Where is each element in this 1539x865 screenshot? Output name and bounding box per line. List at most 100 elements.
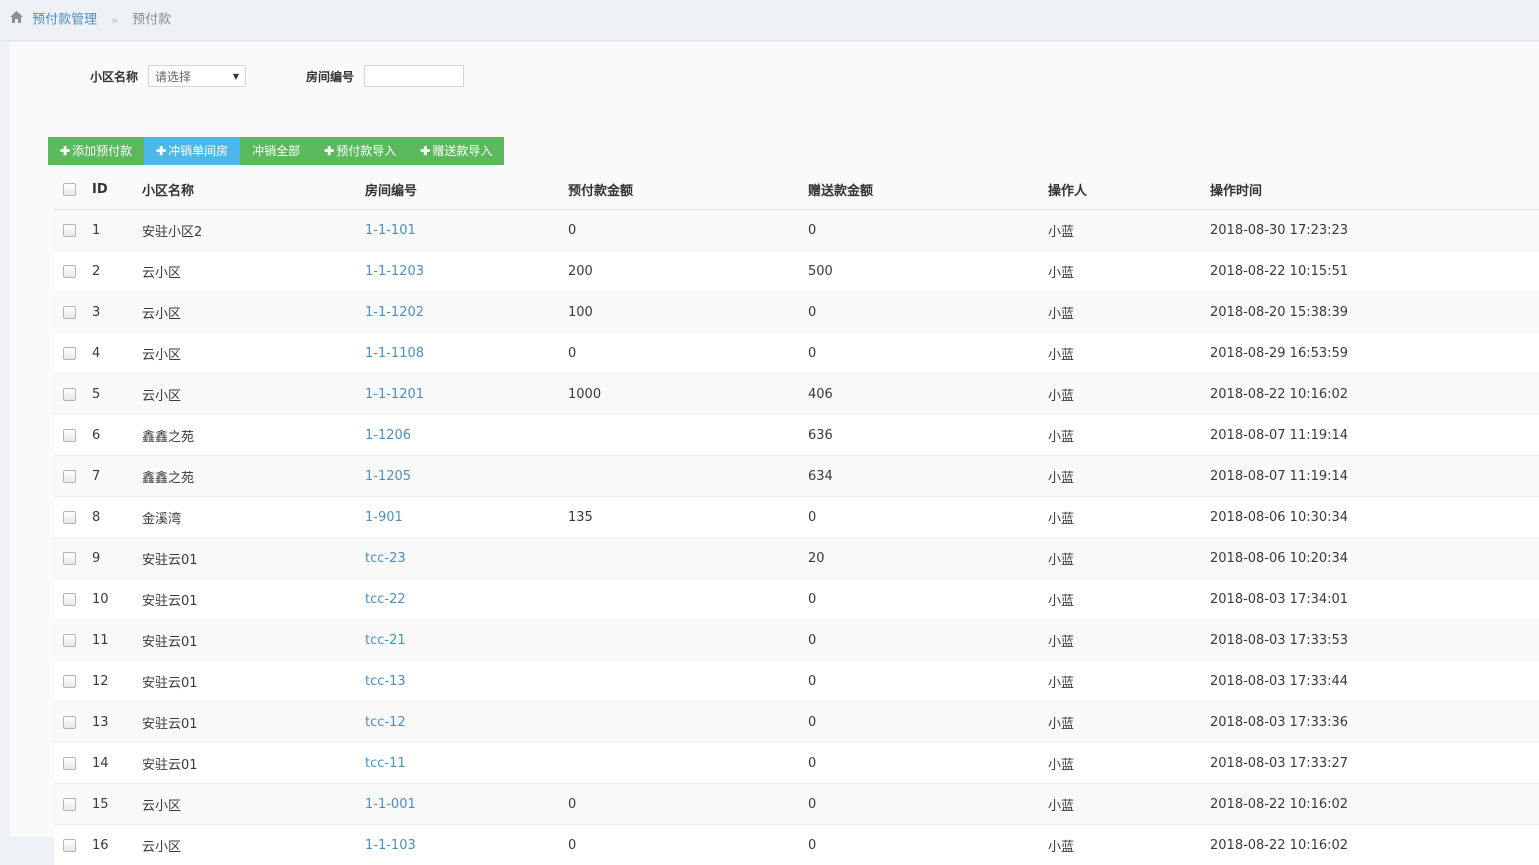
column-header-community[interactable]: 小区名称 <box>142 169 365 210</box>
prepay-cell <box>568 538 808 579</box>
room-link[interactable]: 1-1205 <box>365 469 411 484</box>
room-link[interactable]: tcc-12 <box>365 715 406 730</box>
column-header-id[interactable]: ID <box>92 169 142 210</box>
table-row[interactable]: 15云小区1-1-00100小蓝2018-08-22 10:16:02 <box>54 784 1539 825</box>
room-link[interactable]: 1-1-1201 <box>365 387 424 402</box>
table-row[interactable]: 14安驻云01tcc-110小蓝2018-08-03 17:33:27 <box>54 743 1539 784</box>
community-cell: 安驻云01 <box>142 620 365 661</box>
table-row[interactable]: 7鑫鑫之苑1-1205634小蓝2018-08-07 11:19:14 <box>54 456 1539 497</box>
breadcrumb-root-link[interactable]: 预付款管理 <box>32 13 97 28</box>
import-gift-button[interactable]: ✚赠送款导入 <box>408 137 504 165</box>
row-checkbox[interactable] <box>63 757 76 770</box>
table-row[interactable]: 16云小区1-1-10300小蓝2018-08-22 10:16:02 <box>54 825 1539 865</box>
table-row[interactable]: 4云小区1-1-110800小蓝2018-08-29 16:53:59 <box>54 333 1539 374</box>
room-cell: tcc-13 <box>365 661 568 702</box>
time-cell: 2018-08-06 10:30:34 <box>1210 497 1539 538</box>
room-cell: 1-1-103 <box>365 825 568 865</box>
id-cell: 8 <box>92 497 142 538</box>
row-checkbox[interactable] <box>63 347 76 360</box>
column-header-gift[interactable]: 赠送款金额 <box>808 169 1048 210</box>
row-checkbox[interactable] <box>63 470 76 483</box>
row-checkbox[interactable] <box>63 511 76 524</box>
room-link[interactable]: 1-1-1202 <box>365 305 424 320</box>
row-checkbox-cell <box>54 415 92 456</box>
row-checkbox[interactable] <box>63 306 76 319</box>
breadcrumb-separator: » <box>111 14 118 27</box>
cancel-single-room-label: 冲销单间房 <box>168 144 228 158</box>
room-number-input[interactable] <box>364 65 464 87</box>
community-cell: 安驻云01 <box>142 579 365 620</box>
operator-cell: 小蓝 <box>1048 456 1210 497</box>
prepay-cell <box>568 415 808 456</box>
room-cell: 1-1-1202 <box>365 292 568 333</box>
community-cell: 云小区 <box>142 333 365 374</box>
table-row[interactable]: 2云小区1-1-1203200500小蓝2018-08-22 10:15:51 <box>54 251 1539 292</box>
room-link[interactable]: tcc-21 <box>365 633 406 648</box>
add-prepay-label: 添加预付款 <box>72 144 132 158</box>
home-icon[interactable] <box>10 0 23 40</box>
row-checkbox[interactable] <box>63 839 76 852</box>
gift-cell: 0 <box>808 292 1048 333</box>
community-cell: 安驻小区2 <box>142 210 365 251</box>
select-all-checkbox[interactable] <box>63 183 76 196</box>
room-link[interactable]: tcc-11 <box>365 756 406 771</box>
table-row[interactable]: 1安驻小区21-1-10100小蓝2018-08-30 17:23:23 <box>54 210 1539 251</box>
column-header-operator[interactable]: 操作人 <box>1048 169 1210 210</box>
table-row[interactable]: 11安驻云01tcc-210小蓝2018-08-03 17:33:53 <box>54 620 1539 661</box>
table-row[interactable]: 6鑫鑫之苑1-1206636小蓝2018-08-07 11:19:14 <box>54 415 1539 456</box>
row-checkbox[interactable] <box>63 552 76 565</box>
time-cell: 2018-08-22 10:16:02 <box>1210 374 1539 415</box>
column-header-time[interactable]: 操作时间 <box>1210 169 1539 210</box>
table-row[interactable]: 5云小区1-1-12011000406小蓝2018-08-22 10:16:02 <box>54 374 1539 415</box>
row-checkbox[interactable] <box>63 593 76 606</box>
prepay-cell <box>568 456 808 497</box>
table-row[interactable]: 3云小区1-1-12021000小蓝2018-08-20 15:38:39 <box>54 292 1539 333</box>
room-link[interactable]: tcc-22 <box>365 592 406 607</box>
row-checkbox[interactable] <box>63 634 76 647</box>
community-select[interactable]: 请选择 ▼ <box>148 65 246 87</box>
room-link[interactable]: tcc-13 <box>365 674 406 689</box>
prepay-cell <box>568 743 808 784</box>
column-header-room[interactable]: 房间编号 <box>365 169 568 210</box>
room-link[interactable]: 1-1206 <box>365 428 411 443</box>
row-checkbox[interactable] <box>63 798 76 811</box>
row-checkbox[interactable] <box>63 675 76 688</box>
room-cell: tcc-22 <box>365 579 568 620</box>
table-row[interactable]: 13安驻云01tcc-120小蓝2018-08-03 17:33:36 <box>54 702 1539 743</box>
table-row[interactable]: 12安驻云01tcc-130小蓝2018-08-03 17:33:44 <box>54 661 1539 702</box>
id-cell: 1 <box>92 210 142 251</box>
cancel-all-button[interactable]: 冲销全部 <box>240 137 312 165</box>
room-link[interactable]: 1-1-101 <box>365 223 416 238</box>
operator-cell: 小蓝 <box>1048 210 1210 251</box>
add-prepay-button[interactable]: ✚添加预付款 <box>48 137 144 165</box>
row-checkbox-cell <box>54 456 92 497</box>
cancel-single-room-button[interactable]: ✚冲销单间房 <box>144 137 240 165</box>
prepay-cell: 135 <box>568 497 808 538</box>
time-cell: 2018-08-07 11:19:14 <box>1210 415 1539 456</box>
row-checkbox[interactable] <box>63 716 76 729</box>
table-row[interactable]: 8金溪湾1-9011350小蓝2018-08-06 10:30:34 <box>54 497 1539 538</box>
room-link[interactable]: 1-1-103 <box>365 838 416 853</box>
room-link[interactable]: 1-1-001 <box>365 797 416 812</box>
room-link[interactable]: 1-1-1203 <box>365 264 424 279</box>
row-checkbox-cell <box>54 538 92 579</box>
table-row[interactable]: 9安驻云01tcc-2320小蓝2018-08-06 10:20:34 <box>54 538 1539 579</box>
table-row[interactable]: 10安驻云01tcc-220小蓝2018-08-03 17:34:01 <box>54 579 1539 620</box>
row-checkbox[interactable] <box>63 429 76 442</box>
row-checkbox[interactable] <box>63 265 76 278</box>
prepay-cell <box>568 620 808 661</box>
time-cell: 2018-08-29 16:53:59 <box>1210 333 1539 374</box>
room-link[interactable]: 1-1-1108 <box>365 346 424 361</box>
community-cell: 鑫鑫之苑 <box>142 415 365 456</box>
operator-cell: 小蓝 <box>1048 374 1210 415</box>
room-link[interactable]: 1-901 <box>365 510 403 525</box>
row-checkbox[interactable] <box>63 224 76 237</box>
room-cell: tcc-21 <box>365 620 568 661</box>
time-cell: 2018-08-30 17:23:23 <box>1210 210 1539 251</box>
row-checkbox[interactable] <box>63 388 76 401</box>
row-checkbox-cell <box>54 497 92 538</box>
room-link[interactable]: tcc-23 <box>365 551 406 566</box>
id-cell: 3 <box>92 292 142 333</box>
column-header-prepay[interactable]: 预付款金额 <box>568 169 808 210</box>
import-prepay-button[interactable]: ✚预付款导入 <box>312 137 408 165</box>
